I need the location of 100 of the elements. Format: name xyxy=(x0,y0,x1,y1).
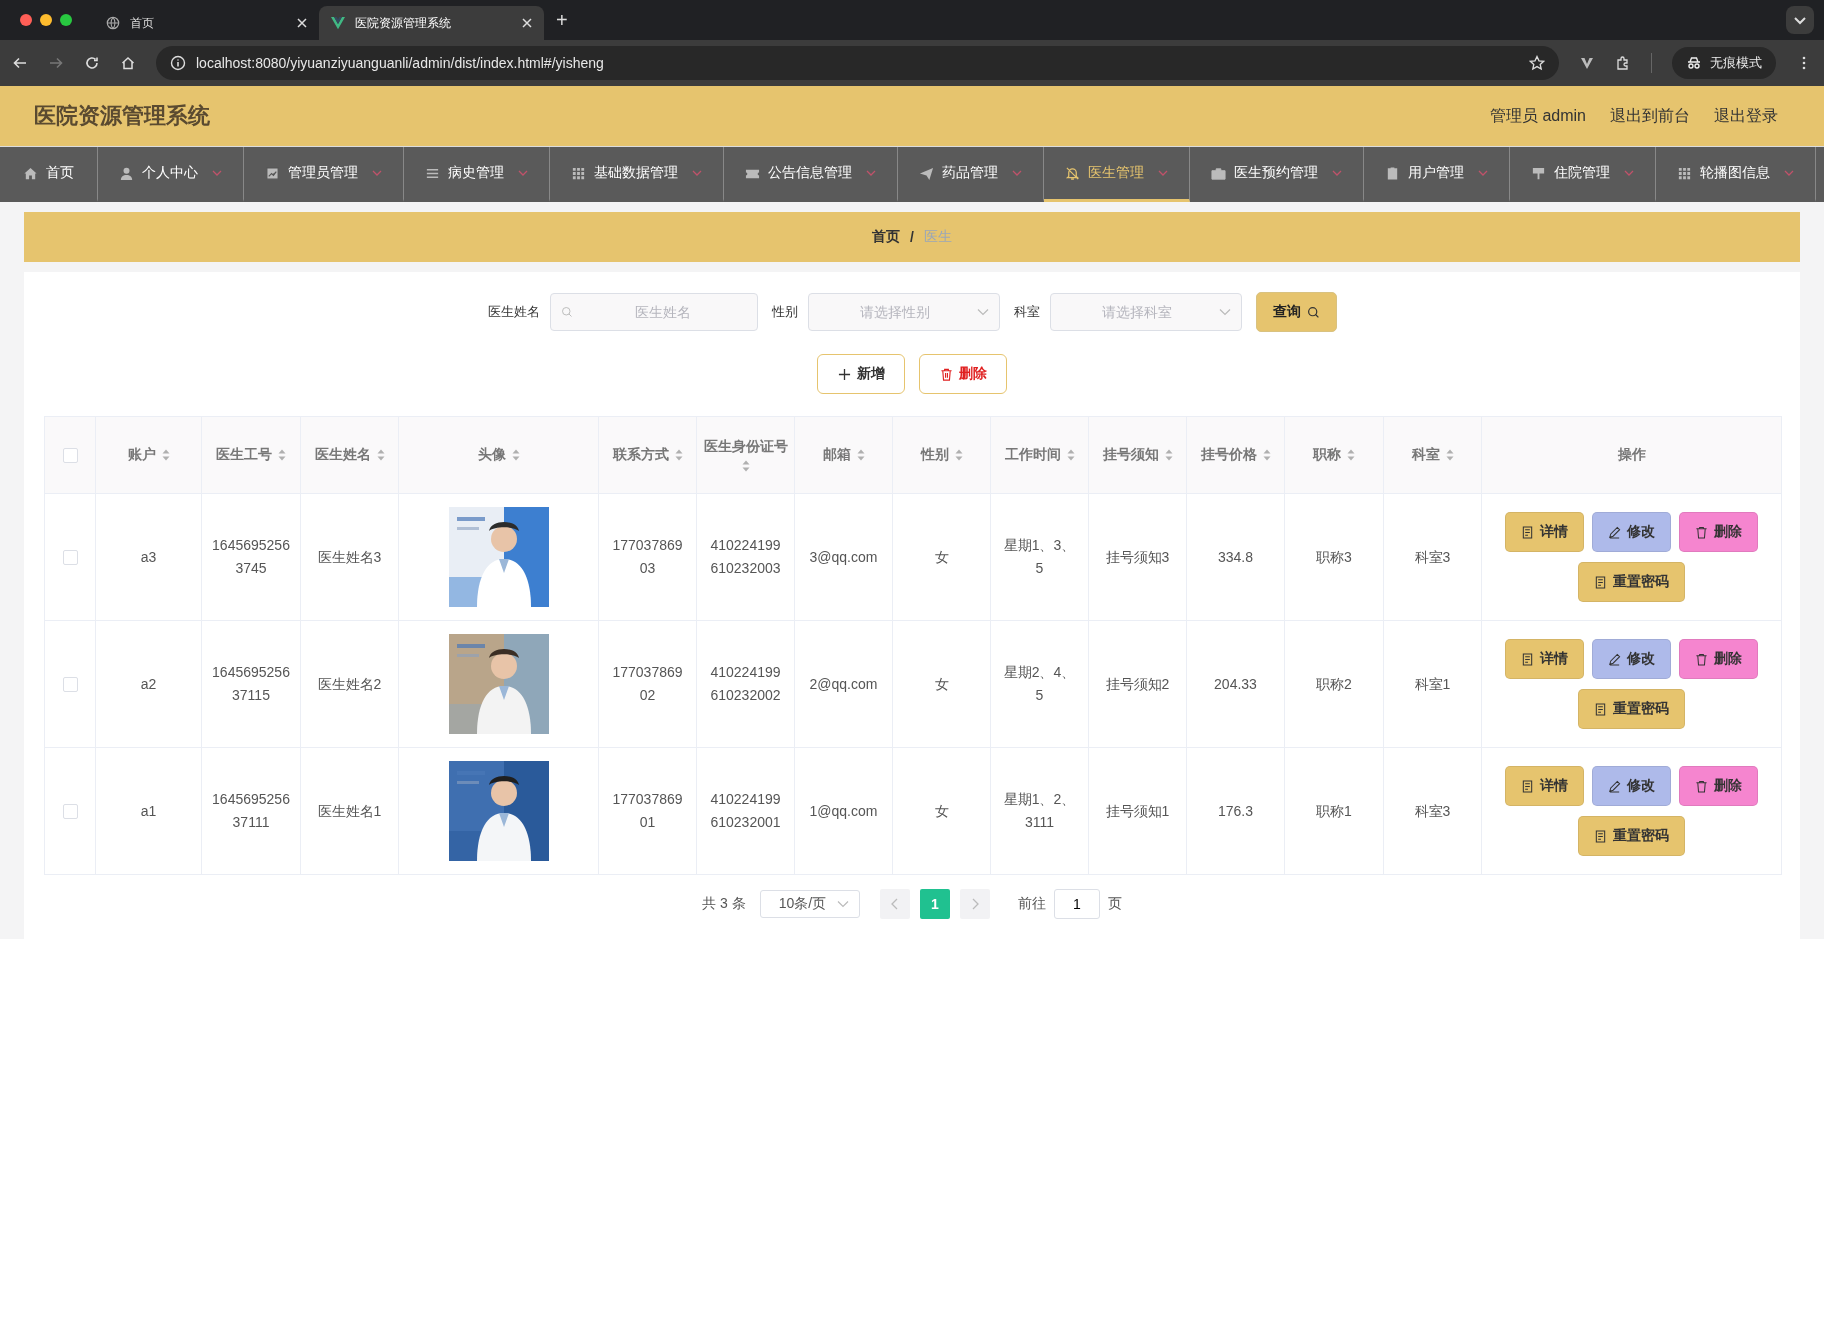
nav-icon xyxy=(1065,165,1080,181)
table-cell-text: 410224199610232003 xyxy=(709,536,782,578)
sort-icon[interactable] xyxy=(278,449,286,461)
delete-button[interactable]: 删除 xyxy=(1679,512,1758,552)
nav-icon xyxy=(1385,165,1400,181)
v-logo-icon xyxy=(331,16,345,30)
puzzle-icon[interactable] xyxy=(1615,55,1631,71)
chevron-down-icon xyxy=(976,306,989,318)
previous-page-button[interactable] xyxy=(879,889,910,919)
forward-icon[interactable] xyxy=(48,55,64,71)
app-title: 医院资源管理系统 xyxy=(34,102,210,130)
close-tab-icon[interactable] xyxy=(522,18,532,28)
header-link[interactable]: 管理员 admin xyxy=(1489,105,1586,127)
browser-tab[interactable]: 医院资源管理系统 xyxy=(319,6,544,40)
nav-icon xyxy=(919,165,934,181)
sort-icon[interactable] xyxy=(1347,449,1355,461)
table-cell-text: 164569525637115 xyxy=(212,663,290,705)
header-link[interactable]: 退出到前台 xyxy=(1610,105,1690,127)
row-checkbox[interactable] xyxy=(62,550,78,566)
field-input[interactable]: 医生姓名 xyxy=(578,303,747,321)
sort-icon[interactable] xyxy=(954,449,963,461)
next-page-button[interactable] xyxy=(959,889,990,919)
v-extension-icon[interactable] xyxy=(1579,55,1595,71)
home-icon[interactable] xyxy=(120,55,136,71)
search-field[interactable]: 医生姓名 xyxy=(549,293,758,331)
detail-button[interactable]: 详情 xyxy=(1505,512,1584,552)
reset-button[interactable]: 重置密码 xyxy=(1578,816,1685,856)
browser-tab[interactable]: 首页 xyxy=(94,6,319,40)
nav-icon xyxy=(265,165,280,181)
select-field[interactable]: 请选择性别 xyxy=(807,293,1000,331)
sort-icon[interactable] xyxy=(161,449,170,461)
table-cell-text: 医生姓名2 xyxy=(317,674,382,694)
select-all-checkbox[interactable] xyxy=(62,448,78,464)
header-link[interactable]: 退出登录 xyxy=(1714,105,1778,127)
document-icon xyxy=(1594,575,1607,589)
close-window-icon[interactable] xyxy=(20,14,32,26)
table-cell-text: 334.8 xyxy=(1217,547,1253,567)
page-input[interactable]: 1 xyxy=(1053,889,1100,919)
table-cell-text: 410224199610232001 xyxy=(709,790,782,832)
detail-button[interactable]: 详情 xyxy=(1505,766,1584,806)
sort-icon[interactable] xyxy=(741,460,750,472)
table-cell-text: 星期1、2、3111 xyxy=(1002,790,1077,832)
table-cell-text: 科室1 xyxy=(1414,674,1451,694)
sort-icon[interactable] xyxy=(511,449,520,461)
sort-icon[interactable] xyxy=(1262,449,1271,461)
row-checkbox[interactable] xyxy=(62,804,78,820)
back-icon[interactable] xyxy=(12,55,28,71)
table-cell-text: 职称2 xyxy=(1316,674,1352,694)
trash-icon xyxy=(1695,779,1708,793)
table-cell-text: 科室3 xyxy=(1414,801,1451,821)
chevron-down-icon xyxy=(1218,306,1231,318)
incognito-button[interactable]: 无痕模式 xyxy=(1672,47,1776,79)
table-cell-text: a2 xyxy=(140,674,157,694)
edit-button[interactable]: 修改 xyxy=(1592,512,1671,552)
table-cell-text: 医生姓名1 xyxy=(317,801,382,821)
add-button[interactable]: 新增 xyxy=(817,354,905,394)
sort-icon[interactable] xyxy=(1445,449,1454,461)
close-tab-icon[interactable] xyxy=(297,18,307,28)
reset-button[interactable]: 重置密码 xyxy=(1578,689,1685,729)
pencil-icon xyxy=(1608,652,1621,666)
info-icon[interactable] xyxy=(170,55,186,71)
new-tab-button[interactable]: + xyxy=(556,8,568,32)
delete-button[interactable]: 删除 xyxy=(919,354,1007,394)
address-bar[interactable]: localhost:8080/yiyuanziyuanguanli/admin/dist/index.html#/yisheng xyxy=(156,46,1559,80)
breadcrumb-link[interactable]: 首页 xyxy=(872,228,901,246)
page-size-select[interactable]: 10条/页 xyxy=(759,890,860,918)
query-button[interactable]: 查询 xyxy=(1255,292,1337,332)
field-input[interactable]: 请选择科室 xyxy=(1060,303,1213,321)
sort-icon[interactable] xyxy=(856,449,865,461)
nav-icon xyxy=(571,165,586,181)
reset-button[interactable]: 重置密码 xyxy=(1578,562,1685,602)
delete-button[interactable]: 删除 xyxy=(1679,639,1758,679)
total-count: 共 3 条 xyxy=(702,895,746,913)
table-cell-text: 挂号须知3 xyxy=(1105,547,1170,567)
sort-icon[interactable] xyxy=(1066,449,1075,461)
nav-icon xyxy=(1677,165,1692,181)
document-icon xyxy=(1594,702,1607,716)
column-header: 医生身份证号 xyxy=(703,438,788,456)
trash-icon xyxy=(1695,652,1708,666)
tab-search-icon[interactable] xyxy=(1786,6,1814,34)
reload-icon[interactable] xyxy=(84,55,100,71)
field-input[interactable]: 请选择性别 xyxy=(818,303,971,321)
maximize-window-icon[interactable] xyxy=(60,14,72,26)
star-icon[interactable] xyxy=(1529,55,1545,71)
sort-icon[interactable] xyxy=(674,449,683,461)
table-cell-text: 女 xyxy=(934,801,949,821)
field-label: 医生姓名 xyxy=(487,303,540,321)
edit-button[interactable]: 修改 xyxy=(1592,639,1671,679)
caret-icon xyxy=(1332,170,1342,176)
caret-icon xyxy=(1784,170,1794,176)
column-header: 联系方式 xyxy=(612,446,669,464)
row-checkbox[interactable] xyxy=(62,677,78,693)
sort-icon[interactable] xyxy=(1164,449,1173,461)
delete-button[interactable]: 删除 xyxy=(1679,766,1758,806)
minimize-window-icon[interactable] xyxy=(40,14,52,26)
edit-button[interactable]: 修改 xyxy=(1592,766,1671,806)
select-field[interactable]: 请选择科室 xyxy=(1049,293,1242,331)
sort-icon[interactable] xyxy=(376,449,385,461)
table-cell-text: 星期2、4、5 xyxy=(1002,663,1077,705)
detail-button[interactable]: 详情 xyxy=(1505,639,1584,679)
